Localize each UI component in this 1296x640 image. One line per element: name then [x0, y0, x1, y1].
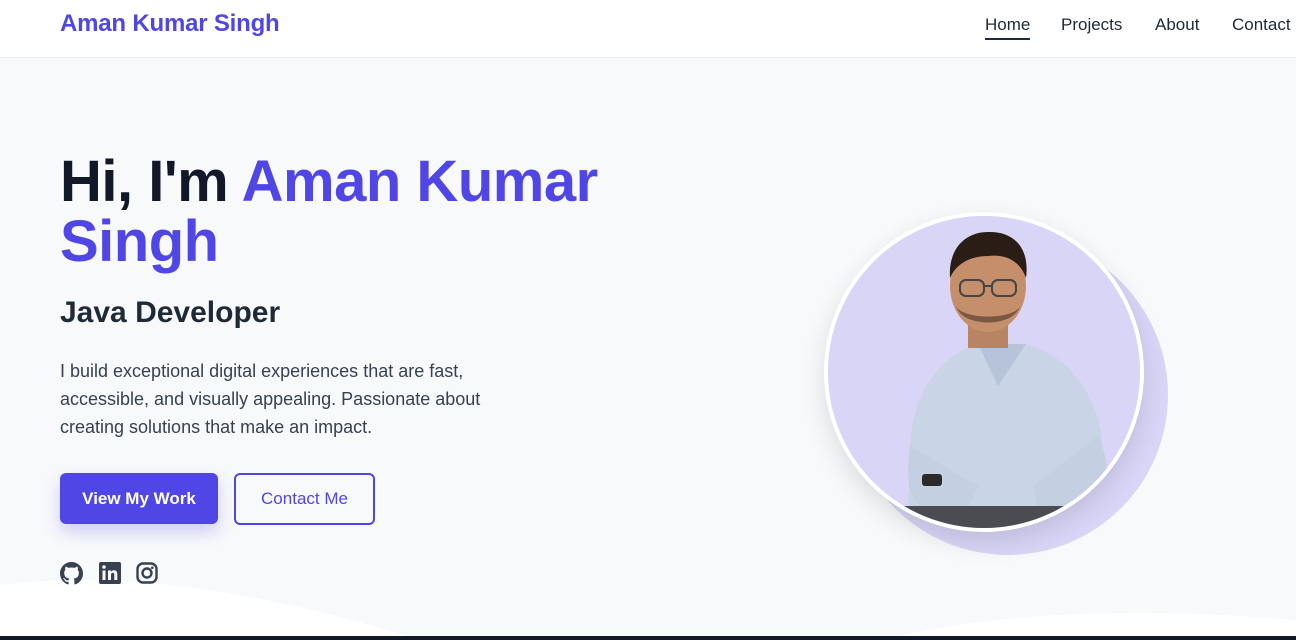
navbar: Aman Kumar Singh Home Projects About Con…	[0, 0, 1296, 58]
brand-logo[interactable]: Aman Kumar Singh	[60, 10, 280, 38]
instagram-icon[interactable]	[136, 562, 158, 584]
hero-role: Java Developer	[60, 296, 281, 329]
nav-projects[interactable]: Projects	[1061, 15, 1122, 38]
nav-about[interactable]: About	[1155, 15, 1199, 38]
hero-name-line1: Aman Kumar	[241, 149, 598, 214]
hero-title: Hi, I'm Aman Kumar Singh	[60, 152, 700, 272]
hero-name-line2: Singh	[60, 209, 219, 274]
bottom-divider	[0, 636, 1296, 640]
contact-me-button[interactable]: Contact Me	[234, 473, 375, 525]
bottom-wave	[0, 580, 1296, 640]
github-icon[interactable]	[60, 562, 83, 585]
linkedin-icon[interactable]	[99, 562, 121, 584]
nav-contact[interactable]: Contact	[1232, 15, 1291, 38]
nav-home[interactable]: Home	[985, 15, 1031, 40]
hero-description: I build exceptional digital experiences …	[60, 361, 481, 437]
profile-photo	[824, 212, 1144, 532]
view-my-work-button[interactable]: View My Work	[60, 473, 218, 524]
hero-greeting: Hi, I'm	[60, 149, 242, 214]
